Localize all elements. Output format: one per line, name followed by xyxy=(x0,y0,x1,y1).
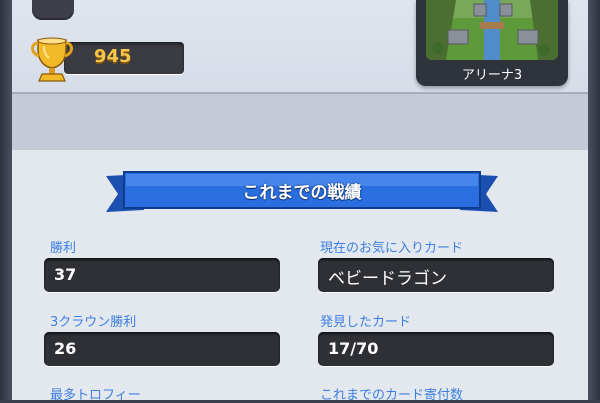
section-title: これまでの戦績 xyxy=(242,183,362,203)
section-ribbon: これまでの戦績 xyxy=(104,168,500,220)
favorite-card-field: ベビードラゴン xyxy=(318,258,554,292)
arena-thumbnail xyxy=(426,0,558,60)
left-frame xyxy=(0,0,12,400)
favorite-card-label: 現在のお気に入りカード xyxy=(320,241,464,256)
player-header: 945 アリーナ3 xyxy=(12,0,588,92)
right-frame xyxy=(588,0,600,400)
profile-panel: 945 アリーナ3 これまでの戦績 勝利 37 3クラウン勝利 26 最多トロフ… xyxy=(12,0,588,403)
wins-value: 37 xyxy=(54,265,77,284)
wins-field: 37 xyxy=(44,258,280,292)
cards-found-field: 17/70 xyxy=(318,332,554,366)
cards-donated-label: これまでのカード寄付数 xyxy=(320,388,464,403)
section-divider xyxy=(12,92,588,150)
arena-card[interactable]: アリーナ3 xyxy=(416,0,568,86)
trophy-counter: 945 xyxy=(64,42,184,74)
arena-name: アリーナ3 xyxy=(461,68,523,83)
cards-found-value: 17/70 xyxy=(328,339,379,358)
divider-line xyxy=(12,92,588,94)
three-crown-wins-field: 26 xyxy=(44,332,280,366)
trophy-count: 945 xyxy=(94,46,132,67)
clan-badge[interactable] xyxy=(32,0,74,20)
three-crown-wins-value: 26 xyxy=(54,339,77,358)
wins-label: 勝利 xyxy=(50,241,77,256)
cards-found-label: 発見したカード xyxy=(320,315,412,330)
trophy-icon xyxy=(31,37,73,82)
highest-trophies-label: 最多トロフィー xyxy=(50,388,141,403)
three-crown-wins-label: 3クラウン勝利 xyxy=(50,315,137,330)
favorite-card-value: ベビードラゴン xyxy=(328,269,447,289)
